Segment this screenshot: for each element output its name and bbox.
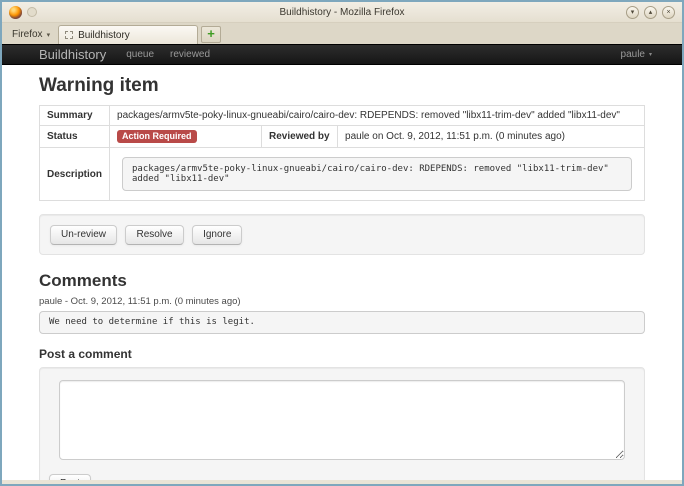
post-comment-form: Post (39, 367, 645, 480)
user-name: paule (621, 49, 645, 60)
warning-details-table: Summary packages/armv5te-poky-linux-gnue… (39, 105, 645, 201)
summary-value: packages/armv5te-poky-linux-gnueabi/cair… (110, 106, 645, 126)
firefox-menu-label: Firefox (12, 29, 43, 40)
close-icon[interactable]: × (662, 6, 675, 19)
comment-meta: paule - Oct. 9, 2012, 11:51 p.m. (0 minu… (39, 296, 645, 307)
tab-title: Buildhistory (78, 30, 130, 41)
post-comment-heading: Post a comment (39, 347, 645, 361)
minimize-icon[interactable]: ▾ (626, 6, 639, 19)
new-tab-button[interactable]: + (201, 26, 221, 43)
nav-link-queue[interactable]: queue (126, 49, 154, 60)
description-label: Description (40, 148, 110, 201)
maximize-icon[interactable]: ▴ (644, 6, 657, 19)
status-label: Status (40, 126, 110, 148)
status-cell: Action Required (110, 126, 262, 148)
page-title: Warning item (39, 75, 645, 97)
table-row-status: Status Action Required Reviewed by paule… (40, 126, 645, 148)
app-navbar: Buildhistory queue reviewed paule ▾ (2, 44, 682, 65)
comment-text-block: We need to determine if this is legit. (39, 311, 645, 334)
status-badge: Action Required (117, 130, 197, 143)
tab-bar: Firefox ▾ Buildhistory + (2, 23, 682, 44)
reviewed-by-label: Reviewed by (262, 126, 338, 148)
summary-label: Summary (40, 106, 110, 126)
table-row-summary: Summary packages/armv5te-poky-linux-gnue… (40, 106, 645, 126)
resolve-button[interactable]: Resolve (125, 225, 183, 245)
chevron-down-icon: ▾ (47, 31, 51, 39)
favicon-placeholder-icon (65, 31, 73, 39)
page-content: Warning item Summary packages/armv5te-po… (2, 65, 682, 480)
firefox-logo-icon (9, 6, 22, 19)
actions-well: Un-review Resolve Ignore (39, 214, 645, 255)
tab-buildhistory[interactable]: Buildhistory (58, 25, 198, 44)
comment-input[interactable] (59, 380, 625, 460)
firefox-menu-button[interactable]: Firefox ▾ (8, 26, 58, 44)
un-review-button[interactable]: Un-review (50, 225, 117, 245)
nav-link-reviewed[interactable]: reviewed (170, 49, 210, 60)
description-code-block: packages/armv5te-poky-linux-gnueabi/cair… (122, 157, 632, 191)
window-bottom-frame (2, 480, 682, 484)
table-row-description: Description packages/armv5te-poky-linux-… (40, 148, 645, 201)
comments-heading: Comments (39, 271, 645, 291)
navbar-brand[interactable]: Buildhistory (39, 47, 106, 62)
window-titlebar: Buildhistory - Mozilla Firefox ▾ ▴ × (2, 2, 682, 23)
window-title: Buildhistory - Mozilla Firefox (2, 7, 682, 18)
user-dropdown[interactable]: paule ▾ (621, 49, 652, 60)
caret-down-icon: ▾ (649, 51, 652, 58)
description-cell: packages/armv5te-poky-linux-gnueabi/cair… (110, 148, 645, 201)
throbber-icon (27, 7, 37, 17)
browser-window: Buildhistory - Mozilla Firefox ▾ ▴ × Fir… (0, 0, 684, 486)
post-button-row: Post (49, 473, 625, 480)
reviewed-by-value: paule on Oct. 9, 2012, 11:51 p.m. (0 min… (338, 126, 645, 148)
window-controls: ▾ ▴ × (626, 6, 675, 19)
ignore-button[interactable]: Ignore (192, 225, 242, 245)
